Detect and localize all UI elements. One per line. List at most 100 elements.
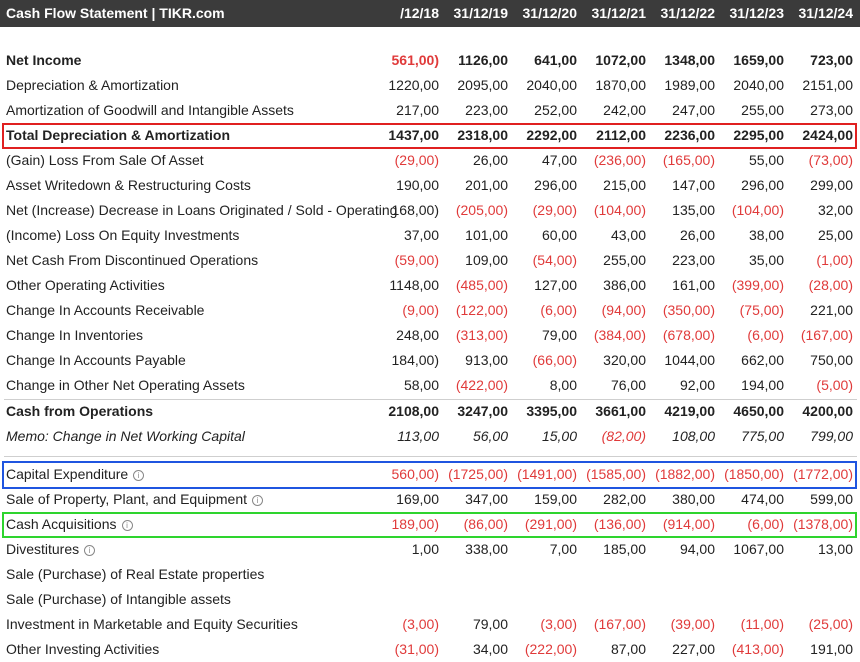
table-row: Total Depreciation & Amortization 1437,00… [0,123,860,148]
table-cell: 3247,00 [457,403,508,419]
table-cell: 775,00 [741,428,784,444]
table-cell: 913,00 [465,352,508,368]
row-label[interactable]: Investment in Marketable and Equity Secu… [6,616,298,632]
section-divider [4,399,857,400]
row-label[interactable]: Change In Accounts Payable [6,352,186,368]
table-cell: 194,00 [741,377,784,393]
table-cell: (167,00) [800,327,853,343]
table-cell: 191,00 [810,641,853,657]
row-label[interactable]: Change In Accounts Receivable [6,302,204,318]
table-cell: 221,00 [810,302,853,318]
table-cell: (205,00) [455,202,508,218]
table-row: Other Investing Activities (31,00) 34,00 (2… [0,637,860,662]
row-label[interactable]: Total Depreciation & Amortization [6,127,230,143]
table-cell: (222,00) [524,641,577,657]
table-row: Change In Accounts Receivable (9,00) (122,… [0,298,860,323]
info-icon[interactable]: i [133,470,145,481]
table-cell: (1491,00) [517,466,577,482]
table-cell: (1850,00) [724,466,784,482]
row-label[interactable]: Cash from Operations [6,403,153,419]
row-label[interactable]: Capital Expenditure i [6,466,145,482]
table-cell: 8,00 [549,377,577,393]
info-icon[interactable]: i [121,520,133,531]
table-cell: (5,00) [816,377,853,393]
table-row: Sale (Purchase) of Real Estate propertie… [0,562,860,587]
table-cell: 79,00 [472,616,508,632]
row-label[interactable]: Change in Other Net Operating Assets [6,377,245,393]
row-label[interactable]: Depreciation & Amortization [6,77,179,93]
column-header[interactable]: 31/12/21 [577,5,647,21]
info-icon[interactable]: i [84,545,96,556]
table-cell: (136,00) [593,516,646,532]
row-label[interactable]: Net Income [6,52,81,68]
table-cell: 58,00 [403,377,439,393]
table-cell: 38,00 [748,227,784,243]
table-cell: (167,00) [593,616,646,632]
table-row: Net (Increase) Decrease in Loans Origina… [0,198,860,223]
row-label[interactable]: (Income) Loss On Equity Investments [6,227,239,243]
table-cell: 76,00 [610,377,646,393]
table-cell: 2108,00 [388,403,439,419]
table-cell: (291,00) [524,516,577,532]
table-cell: 1659,00 [733,52,784,68]
table-cell: (485,00) [455,277,508,293]
table-cell: 247,00 [672,102,715,118]
table-row: Net Cash From Discontinued Operations (59… [0,248,860,273]
table-cell: 87,00 [610,641,646,657]
row-label[interactable]: Divestitures i [6,541,96,557]
table-row: Change In Accounts Payable 184,00) 913,00 (… [0,348,860,373]
table-cell: 43,00 [610,227,646,243]
table-cell: 2040,00 [733,77,784,93]
row-label[interactable]: Net (Increase) Decrease in Loans Origina… [6,202,397,218]
row-label[interactable]: Other Operating Activities [6,277,165,293]
table-cell: 4200,00 [802,403,853,419]
table-cell: 2318,00 [457,127,508,143]
table-cell: (1882,00) [655,466,715,482]
table-row: Sale (Purchase) of Intangible assets [0,587,860,612]
row-label[interactable]: Memo: Change in Net Working Capital [6,428,245,444]
row-label[interactable]: Sale of Property, Plant, and Equipment i [6,491,263,507]
table-cell: 662,00 [741,352,784,368]
table-cell: 296,00 [741,177,784,193]
table-cell: (39,00) [670,616,715,632]
row-label[interactable]: Asset Writedown & Restructuring Costs [6,177,251,193]
row-label[interactable]: Amortization of Goodwill and Intangible … [6,102,294,118]
info-icon[interactable]: i [252,495,263,506]
column-header[interactable]: /12/18 [370,5,439,21]
column-header[interactable]: 31/12/23 [715,5,785,21]
column-header[interactable]: 31/12/22 [646,5,716,21]
table-cell: 1044,00 [664,352,715,368]
table-cell: 32,00 [817,202,853,218]
table-cell: 26,00 [472,152,508,168]
row-label[interactable]: Net Cash From Discontinued Operations [6,252,258,268]
table-row: Sale of Property, Plant, and Equipment i 1… [0,487,860,512]
row-label[interactable]: (Gain) Loss From Sale Of Asset [6,152,204,168]
table-cell: 1072,00 [595,52,646,68]
table-cell: (28,00) [808,277,853,293]
table-cell: 1870,00 [595,77,646,93]
table-cell: 108,00 [672,428,715,444]
column-header[interactable]: 31/12/20 [508,5,578,21]
row-label[interactable]: Other Investing Activities [6,641,159,657]
section-divider [4,456,857,457]
row-label[interactable]: Change In Inventories [6,327,143,343]
column-header[interactable]: 31/12/19 [439,5,509,21]
table-cell: 201,00 [465,177,508,193]
table-cell: 4219,00 [664,403,715,419]
table-cell: 113,00 [397,428,439,444]
table-cell: 641,00 [534,52,577,68]
table-cell: 282,00 [603,491,646,507]
table-cell: 47,00 [541,152,577,168]
row-label[interactable]: Sale (Purchase) of Real Estate propertie… [6,566,264,582]
table-cell: 94,00 [679,541,715,557]
row-label[interactable]: Cash Acquisitions i [6,516,133,532]
table-cell: 161,00 [672,277,715,293]
table-cell: 147,00 [672,177,715,193]
column-header[interactable]: 31/12/24 [784,5,854,21]
table-row: Change In Inventories 248,00 (313,00) 79,00… [0,323,860,348]
table-cell: 37,00 [403,227,439,243]
table-cell: 189,00) [391,516,439,532]
table-cell: (86,00) [463,516,508,532]
table-cell: 561,00) [391,52,439,68]
row-label[interactable]: Sale (Purchase) of Intangible assets [6,591,231,607]
